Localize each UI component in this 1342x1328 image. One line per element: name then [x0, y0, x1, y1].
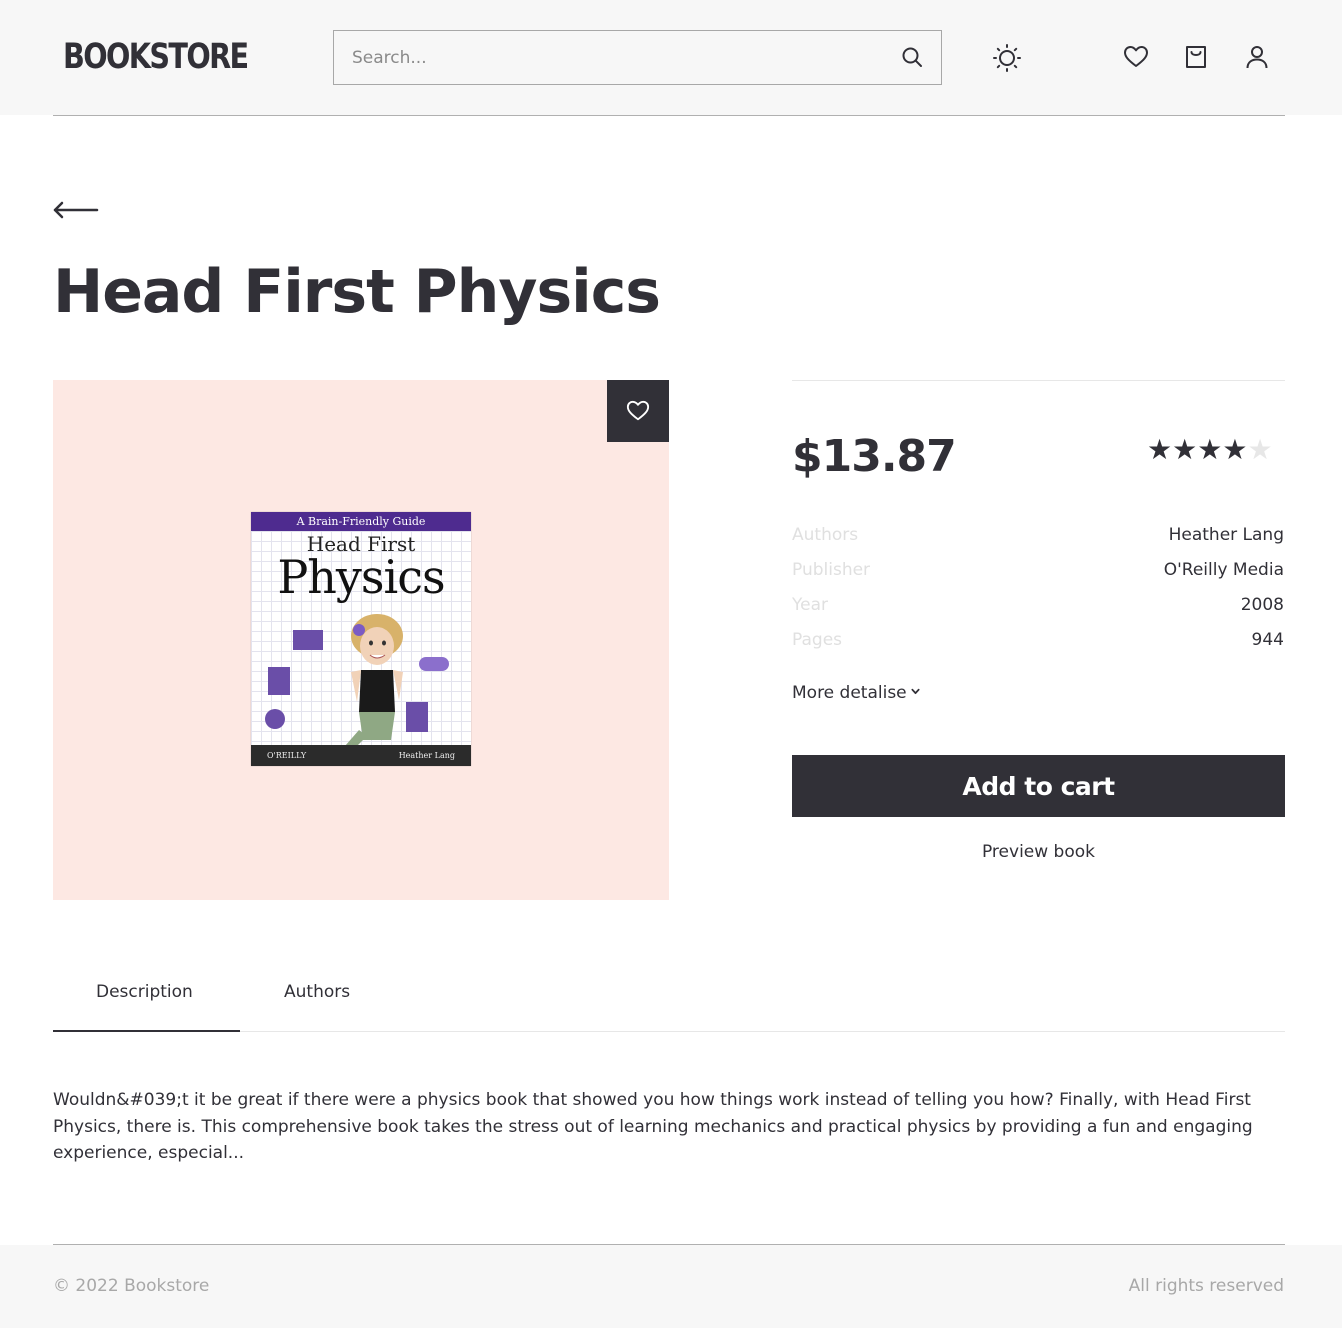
- search-icon[interactable]: [901, 46, 923, 68]
- star-icon: ★: [1222, 433, 1248, 466]
- heart-icon[interactable]: [1123, 44, 1149, 70]
- footer-divider: [53, 1244, 1285, 1245]
- heart-icon: [626, 400, 650, 421]
- info-label-publisher: Publisher: [792, 560, 871, 580]
- info-value-authors: Heather Lang: [1168, 525, 1284, 545]
- sun-icon[interactable]: [992, 43, 1022, 73]
- more-details-button[interactable]: More detalise: [792, 681, 920, 705]
- star-icon: ★: [1247, 433, 1273, 466]
- cover-illustration-small: [268, 667, 290, 695]
- info-value-year: 2008: [1240, 595, 1284, 615]
- search-input[interactable]: [334, 31, 874, 84]
- tab-authors[interactable]: Authors: [284, 980, 350, 1004]
- arrow-left-icon[interactable]: [53, 198, 99, 222]
- info-label-pages: Pages: [792, 630, 843, 650]
- cover-illustration: [345, 614, 403, 748]
- cover-illustration-small: [293, 630, 323, 650]
- header: BOOKSTORE: [0, 0, 1342, 115]
- info-value-publisher: O'Reilly Media: [1163, 560, 1284, 580]
- more-details-label: More detalise: [792, 683, 907, 703]
- logo[interactable]: BOOKSTORE: [63, 36, 249, 78]
- rating-stars: ★★★★★: [1147, 433, 1273, 467]
- book-description: Wouldn&#039;t it be great if there were …: [53, 1090, 1253, 1163]
- tab-active-indicator: [53, 1030, 240, 1032]
- info-value-pages: 944: [1251, 630, 1284, 650]
- chevron-down-icon: [911, 688, 920, 695]
- search-box[interactable]: [333, 30, 942, 85]
- footer-rights: All rights reserved: [1128, 1276, 1284, 1296]
- cover-publisher: O'REILLY: [267, 751, 307, 760]
- cover-bottom-band: O'REILLY Heather Lang: [251, 745, 471, 766]
- header-divider: [53, 115, 1285, 116]
- user-icon[interactable]: [1244, 44, 1270, 70]
- page-title: Head First Physics: [53, 257, 661, 327]
- cover-title-line2: Physics: [277, 550, 445, 604]
- add-to-favorites-button[interactable]: [607, 380, 669, 442]
- cover-illustration-small: [406, 702, 428, 732]
- info-label-year: Year: [792, 595, 828, 615]
- price: $13.87: [792, 431, 957, 482]
- preview-book-button[interactable]: Preview book: [792, 840, 1285, 864]
- star-icon: ★: [1197, 433, 1223, 466]
- cover-author: Heather Lang: [398, 751, 455, 760]
- tab-description[interactable]: Description: [96, 980, 193, 1004]
- add-to-cart-button[interactable]: Add to cart: [792, 755, 1285, 817]
- footer-copyright: © 2022 Bookstore: [53, 1276, 210, 1296]
- cover-illustration-small: [265, 709, 285, 729]
- info-label-authors: Authors: [792, 525, 859, 545]
- shopping-bag-icon[interactable]: [1183, 44, 1209, 70]
- details-divider: [792, 380, 1285, 381]
- star-icon: ★: [1147, 433, 1173, 466]
- star-icon: ★: [1172, 433, 1198, 466]
- cover-illustration-small: [419, 657, 449, 671]
- cover-top-band: A Brain-Friendly Guide: [251, 512, 471, 531]
- book-cover-image: A Brain-Friendly Guide Head First Physic…: [251, 512, 471, 766]
